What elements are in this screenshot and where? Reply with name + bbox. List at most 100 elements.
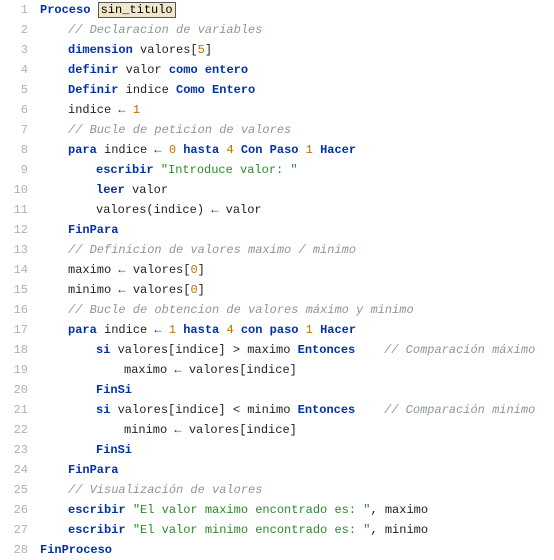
line-number-gutter: 1234567891011121314151617181920212223242… <box>0 0 36 560</box>
token-num: 1 <box>306 323 313 337</box>
token-kw: leer <box>96 183 125 197</box>
line-number: 19 <box>0 360 28 380</box>
token-kw: ← <box>174 423 181 437</box>
token-var: valores[ <box>126 263 191 277</box>
line-number: 20 <box>0 380 28 400</box>
token-var: ] <box>198 263 205 277</box>
line-number: 25 <box>0 480 28 500</box>
code-line: definir valor como entero <box>40 60 554 80</box>
code-line: escribir "Introduce valor: " <box>40 160 554 180</box>
line-number: 22 <box>0 420 28 440</box>
code-line: Definir indice Como Entero <box>40 80 554 100</box>
token-num: 1 <box>306 143 313 157</box>
token-kw: Proceso <box>40 3 98 17</box>
code-line: // Definicion de valores maximo / minimo <box>40 240 554 260</box>
token-var: , minimo <box>370 523 428 537</box>
line-number: 27 <box>0 520 28 540</box>
code-line: FinPara <box>40 460 554 480</box>
line-number: 2 <box>0 20 28 40</box>
line-number: 28 <box>0 540 28 560</box>
token-var <box>234 143 241 157</box>
code-line: dimension valores[5] <box>40 40 554 60</box>
token-kw: hasta <box>183 323 219 337</box>
token-var: minimo <box>68 283 118 297</box>
code-line: si valores[indice] < minimo Entonces // … <box>40 400 554 420</box>
code-line: maximo ← valores[0] <box>40 260 554 280</box>
token-var: valores[indice] < minimo <box>110 403 297 417</box>
token-var: valores[indice] > maximo <box>110 343 297 357</box>
line-number: 24 <box>0 460 28 480</box>
code-line: // Bucle de obtencion de valores máximo … <box>40 300 554 320</box>
code-line: leer valor <box>40 180 554 200</box>
token-var: valor <box>118 63 168 77</box>
token-var: maximo <box>124 363 174 377</box>
code-line: // Visualización de valores <box>40 480 554 500</box>
token-str: "Introduce valor: " <box>161 163 298 177</box>
code-line: valores(indice) ← valor <box>40 200 554 220</box>
line-number: 3 <box>0 40 28 60</box>
token-str: "El valor maximo encontrado es: " <box>133 503 371 517</box>
token-kw: si <box>96 403 110 417</box>
token-var <box>313 323 320 337</box>
line-number: 21 <box>0 400 28 420</box>
token-var: minimo <box>124 423 174 437</box>
token-kw: ← <box>118 283 125 297</box>
line-number: 16 <box>0 300 28 320</box>
token-kw: Definir <box>68 83 118 97</box>
token-var <box>162 143 169 157</box>
code-line: si valores[indice] > maximo Entonces // … <box>40 340 554 360</box>
token-kw: FinPara <box>68 223 118 237</box>
token-kw: FinSi <box>96 383 132 397</box>
token-kw: Hacer <box>320 323 356 337</box>
token-var <box>298 143 305 157</box>
token-kw: Entonces <box>298 403 356 417</box>
token-num: 5 <box>198 43 205 57</box>
line-number: 26 <box>0 500 28 520</box>
token-cmt: // Bucle de peticion de valores <box>68 123 291 137</box>
token-var <box>355 403 384 417</box>
line-number: 11 <box>0 200 28 220</box>
code-line: para indice ← 1 hasta 4 con paso 1 Hacer <box>40 320 554 340</box>
token-trailcmt: // Comparación minimo <box>384 403 535 417</box>
token-cmt: // Declaracion de variables <box>68 23 262 37</box>
line-number: 6 <box>0 100 28 120</box>
code-area: Proceso sin_titulo // Declaracion de vari… <box>36 0 554 560</box>
token-boxed: sin_titulo <box>98 2 176 18</box>
line-number: 18 <box>0 340 28 360</box>
token-var <box>126 523 133 537</box>
code-line: FinPara <box>40 220 554 240</box>
token-kw: Como Entero <box>176 83 255 97</box>
token-cmt: // Bucle de obtencion de valores máximo … <box>68 303 414 317</box>
token-kw: ← <box>154 323 161 337</box>
line-number: 5 <box>0 80 28 100</box>
token-kw: como entero <box>169 63 248 77</box>
token-num: 0 <box>190 283 197 297</box>
token-var: indice <box>97 323 155 337</box>
token-kw: para <box>68 323 97 337</box>
line-number: 14 <box>0 260 28 280</box>
code-line: // Bucle de peticion de valores <box>40 120 554 140</box>
token-num: 1 <box>133 103 140 117</box>
token-num: 4 <box>226 323 233 337</box>
code-line: FinSi <box>40 380 554 400</box>
token-var <box>234 323 241 337</box>
code-line: para indice ← 0 hasta 4 Con Paso 1 Hacer <box>40 140 554 160</box>
code-line: minimo ← valores[0] <box>40 280 554 300</box>
line-number: 13 <box>0 240 28 260</box>
token-str: "El valor minimo encontrado es: " <box>133 523 371 537</box>
token-kw: dimension <box>68 43 133 57</box>
token-kw: escribir <box>96 163 154 177</box>
token-num: 0 <box>190 263 197 277</box>
token-var <box>355 343 384 357</box>
token-var: ] <box>205 43 212 57</box>
token-kw: Con Paso <box>241 143 299 157</box>
token-kw: Entonces <box>298 343 356 357</box>
code-line: maximo ← valores[indice] <box>40 360 554 380</box>
token-kw: hasta <box>183 143 219 157</box>
code-line: escribir "El valor maximo encontrado es:… <box>40 500 554 520</box>
line-number: 7 <box>0 120 28 140</box>
token-trailcmt: // Comparación máximo <box>384 343 535 357</box>
token-var <box>126 103 133 117</box>
line-number: 23 <box>0 440 28 460</box>
token-kw: Hacer <box>320 143 356 157</box>
